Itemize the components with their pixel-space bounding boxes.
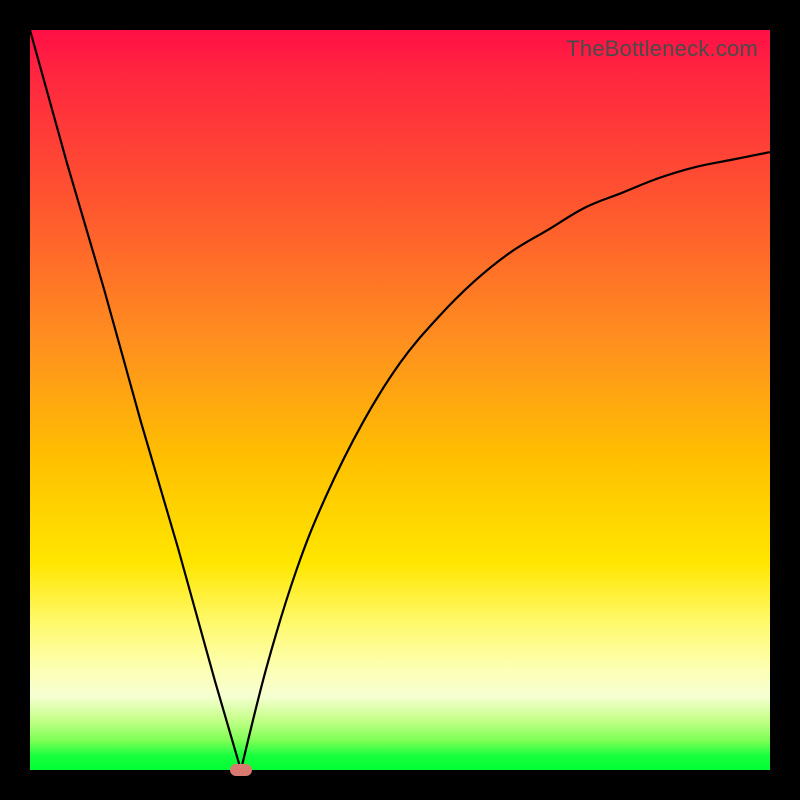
chart-frame: TheBottleneck.com — [0, 0, 800, 800]
plot-area: TheBottleneck.com — [30, 30, 770, 770]
bottleneck-curve — [30, 30, 770, 770]
minimum-marker — [230, 764, 252, 776]
curve-path — [30, 30, 770, 770]
